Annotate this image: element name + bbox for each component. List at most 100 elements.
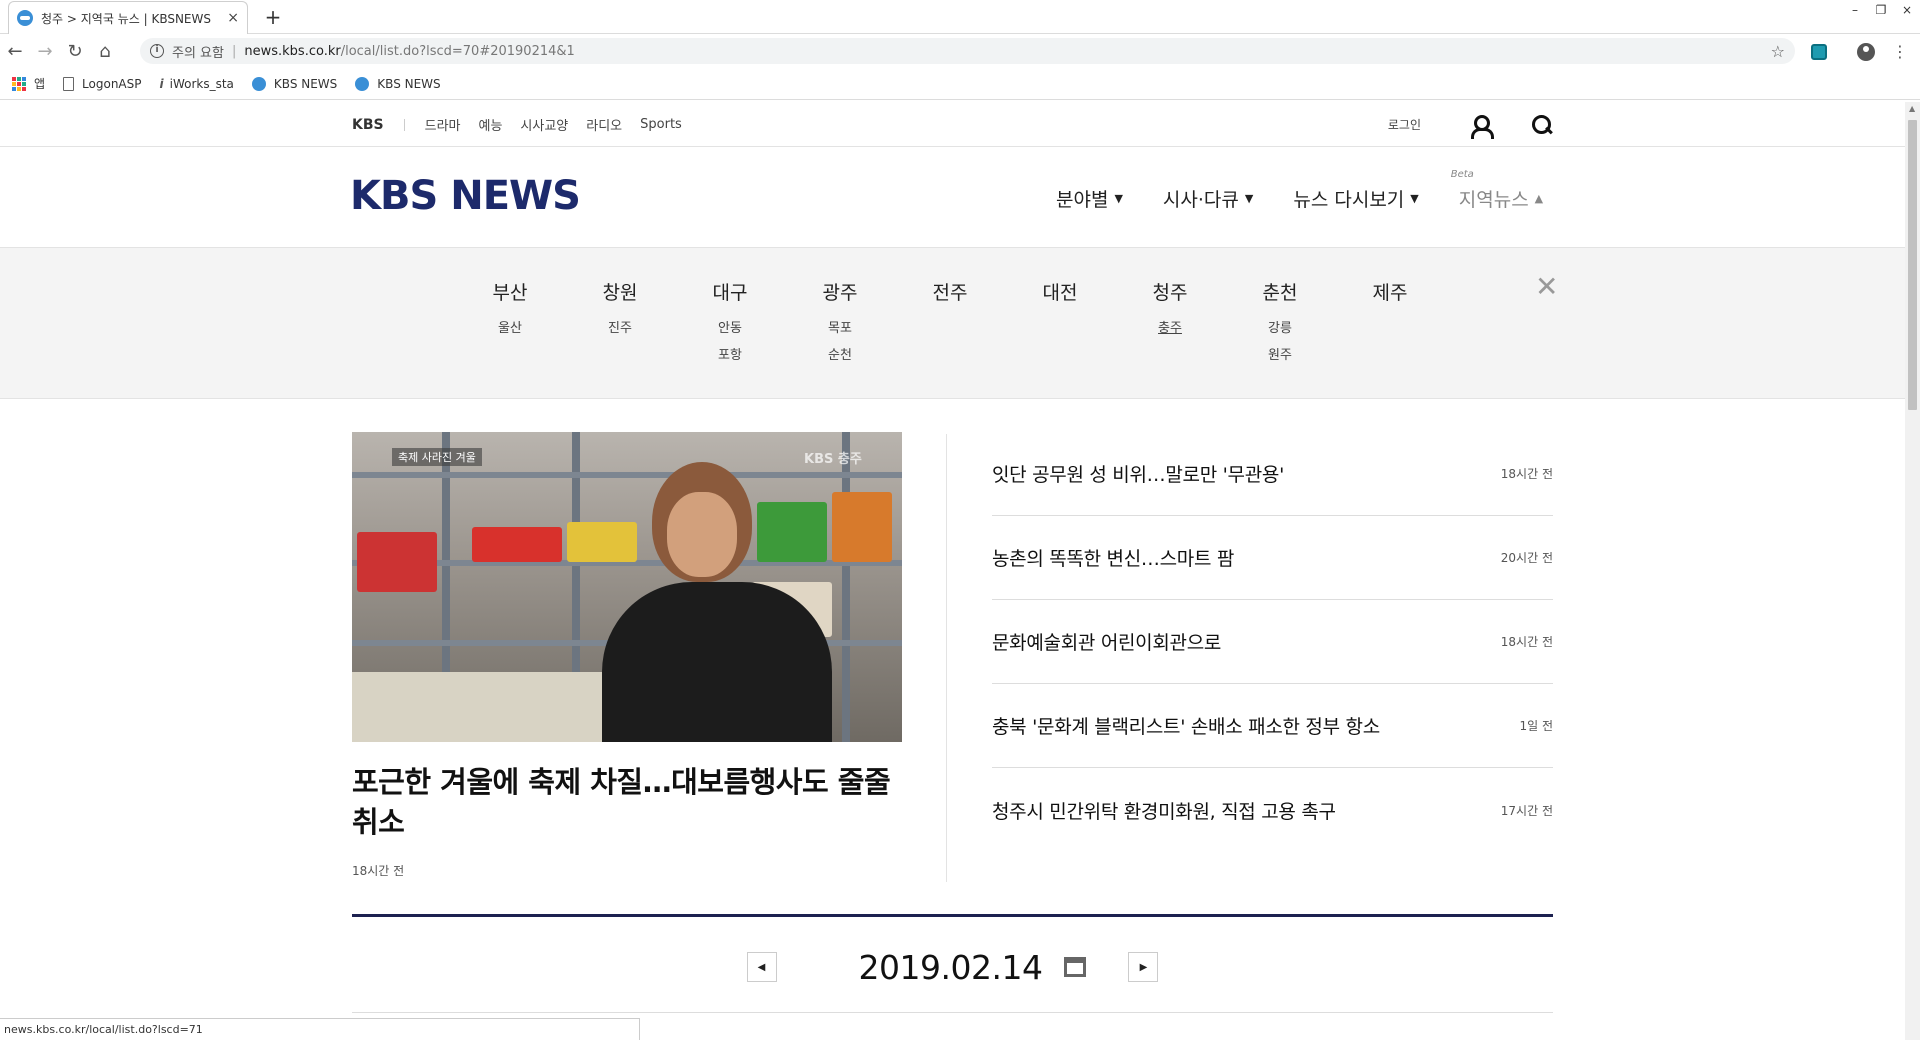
region-name[interactable]: 춘천 [1225, 278, 1335, 305]
nav-label: 분야별 [1056, 189, 1109, 211]
region-name[interactable]: 대구 [675, 278, 785, 305]
search-icon[interactable] [1531, 114, 1553, 136]
region-sub[interactable]: 목포 [785, 315, 895, 342]
forward-button[interactable]: → [30, 36, 60, 66]
region-sub[interactable]: 포항 [675, 342, 785, 369]
bookmark-star-icon[interactable]: ☆ [1771, 42, 1785, 61]
beta-badge: Beta [1450, 169, 1474, 180]
region-item: 춘천강릉 원주 [1225, 278, 1335, 369]
profile-icon[interactable] [1857, 43, 1875, 61]
nav-category[interactable]: 분야별 ▼ [1056, 185, 1123, 212]
region-name[interactable]: 제주 [1335, 278, 1445, 305]
region-sub[interactable]: 안동 [675, 315, 785, 342]
region-panel: 부산 울산 창원 진주 대구 안동 포항 광주 목포 순천 전주 대전 청주 충주 춘천 강릉 원주 제주 ✕ [0, 247, 1905, 399]
news-list-item[interactable]: 농촌의 똑똑한 변신…스마트 팜 20시간 전 [992, 516, 1553, 600]
region-item: 청주충주 [1115, 278, 1225, 369]
region-item: 대전 [1005, 278, 1115, 369]
region-item: 제주 [1335, 278, 1445, 369]
bookmarks-bar: 앱 LogonASP i iWorks_sta KBS NEWS KBS NEW… [0, 68, 1920, 100]
nav-label: 뉴스 다시보기 [1293, 189, 1405, 211]
bookmark-kbs-news-2[interactable]: KBS NEWS [355, 76, 441, 91]
region-name[interactable]: 전주 [895, 278, 1005, 305]
scroll-up-icon[interactable]: ▲ [1909, 104, 1915, 113]
apps-icon [12, 76, 26, 91]
security-label: 주의 요함 [172, 45, 224, 61]
global-nav: KBS 드라마 예능 시사교양 라디오 Sports 로그인 [0, 102, 1905, 147]
minimize-button[interactable]: – [1842, 0, 1868, 20]
news-title[interactable]: 충북 '문화계 블랙리스트' 손배소 패소한 정부 항소 [992, 712, 1380, 739]
news-title[interactable]: 잇단 공무원 성 비위…말로만 '무관용' [992, 460, 1284, 487]
reload-button[interactable]: ↻ [60, 36, 90, 66]
region-sub[interactable]: 원주 [1225, 342, 1335, 369]
browser-menu-icon[interactable]: ⋮ [1892, 42, 1908, 61]
bookmark-iworks[interactable]: i iWorks_sta [160, 77, 234, 91]
address-bar[interactable]: i 주의 요함 | news.kbs.co.kr/local/list.do?l… [140, 38, 1795, 64]
home-button[interactable]: ⌂ [90, 36, 120, 66]
news-list-item[interactable]: 충북 '문화계 블랙리스트' 손배소 패소한 정부 항소 1일 전 [992, 684, 1553, 768]
region-name[interactable]: 청주 [1115, 278, 1225, 305]
info-icon[interactable]: i [150, 44, 164, 58]
gnb-kbs-link[interactable]: KBS [352, 117, 384, 133]
address-separator: | [231, 43, 237, 59]
region-sub[interactable]: 순천 [785, 342, 895, 369]
news-title[interactable]: 농촌의 똑똑한 변신…스마트 팜 [992, 544, 1234, 571]
nav-local-news[interactable]: Beta 지역뉴스 ▲ [1451, 169, 1543, 212]
nav-docu[interactable]: 시사·다큐 ▼ [1163, 185, 1253, 212]
browser-tab[interactable]: 청주 > 지역국 뉴스 | KBSNEWS × [8, 1, 248, 34]
iworks-icon: i [159, 76, 164, 91]
news-list: 잇단 공무원 성 비위…말로만 '무관용' 18시간 전 농촌의 똑똑한 변신…스마… [992, 432, 1553, 852]
main-nav: 분야별 ▼ 시사·다큐 ▼ 뉴스 다시보기 ▼ Beta 지역뉴스 ▲ [1056, 169, 1543, 212]
nav-replay[interactable]: 뉴스 다시보기 ▼ [1293, 185, 1418, 212]
caret-down-icon: ▼ [1114, 192, 1123, 205]
new-tab-button[interactable]: + [260, 4, 286, 30]
region-sub[interactable]: 진주 [565, 315, 675, 342]
featured-headline[interactable]: 포근한 겨울에 축제 차질…대보름행사도 줄줄 취소 [352, 762, 902, 842]
gnb-link-culture[interactable]: 시사교양 [520, 115, 568, 134]
scrollbar-thumb[interactable] [1908, 120, 1917, 410]
region-item: 전주 [895, 278, 1005, 369]
region-name[interactable]: 창원 [565, 278, 675, 305]
nav-label: 시사·다큐 [1162, 189, 1239, 211]
page-icon [63, 76, 75, 91]
next-date-button[interactable]: ▶ [1128, 952, 1159, 982]
tab-close-icon[interactable]: × [227, 10, 239, 26]
image-watermark: KBS 충주 [804, 452, 862, 467]
news-list-item[interactable]: 문화예술회관 어린이회관으로 18시간 전 [992, 600, 1553, 684]
login-link[interactable]: 로그인 [1388, 116, 1421, 133]
region-name[interactable]: 부산 [455, 278, 565, 305]
caret-down-icon: ▼ [1244, 192, 1254, 205]
bookmark-logonasp[interactable]: LogonASP [63, 76, 142, 91]
bookmark-kbs-news-1[interactable]: KBS NEWS [251, 76, 337, 91]
news-time: 17시간 전 [1500, 803, 1553, 818]
bookmark-apps[interactable]: 앱 [12, 75, 45, 92]
close-icon[interactable]: ✕ [1535, 270, 1558, 303]
news-title[interactable]: 문화예술회관 어린이회관으로 [992, 628, 1221, 655]
back-button[interactable]: ← [0, 36, 30, 66]
extension-icon[interactable] [1811, 44, 1827, 60]
bookmark-label: 앱 [34, 77, 46, 91]
featured-article[interactable]: 축제 사라진 겨울 KBS 충주 포근한 겨울에 축제 차질…대보름행사도 줄줄… [352, 432, 902, 879]
region-name[interactable]: 광주 [785, 278, 895, 305]
region-name[interactable]: 대전 [1005, 278, 1115, 305]
user-icon[interactable] [1469, 114, 1494, 139]
page-scrollbar[interactable]: ▲ [1905, 102, 1920, 1040]
bookmark-label: KBS NEWS [377, 76, 441, 91]
prev-date-button[interactable]: ◀ [746, 952, 777, 982]
news-list-item[interactable]: 청주시 민간위탁 환경미화원, 직접 고용 촉구 17시간 전 [992, 768, 1553, 852]
calendar-icon[interactable] [1064, 957, 1087, 977]
column-divider [946, 434, 947, 882]
gnb-link-entertainment[interactable]: 예능 [479, 115, 503, 134]
gnb-link-radio[interactable]: 라디오 [586, 115, 622, 134]
gnb-link-sports[interactable]: Sports [640, 117, 682, 132]
news-list-item[interactable]: 잇단 공무원 성 비위…말로만 '무관용' 18시간 전 [992, 432, 1553, 516]
kbs-icon [355, 76, 370, 91]
news-title[interactable]: 청주시 민간위탁 환경미화원, 직접 고용 촉구 [992, 797, 1336, 824]
region-sub[interactable]: 강릉 [1225, 315, 1335, 342]
region-sub[interactable]: 울산 [455, 315, 565, 342]
restore-button[interactable]: ❐ [1868, 0, 1894, 20]
region-sub[interactable]: 충주 [1115, 315, 1225, 342]
featured-image[interactable]: 축제 사라진 겨울 KBS 충주 [352, 432, 902, 742]
kbs-news-logo[interactable]: KBS NEWS [350, 173, 581, 219]
gnb-link-drama[interactable]: 드라마 [425, 115, 461, 134]
window-close-button[interactable]: × [1894, 0, 1920, 20]
